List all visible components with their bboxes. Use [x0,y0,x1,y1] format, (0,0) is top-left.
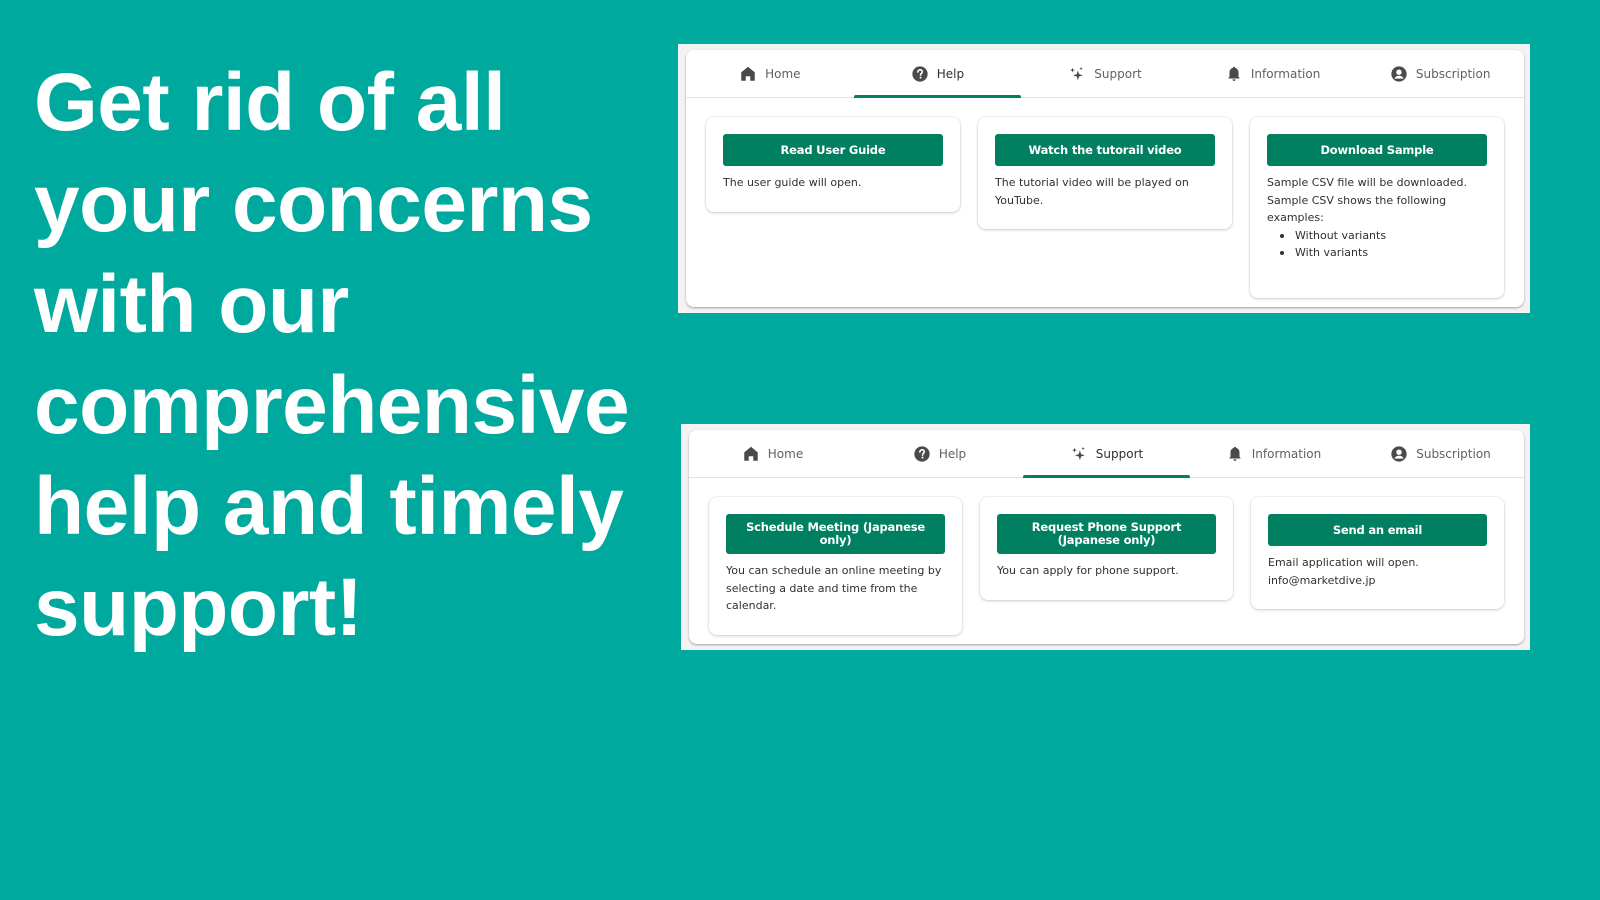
sparkles-icon [1070,66,1084,80]
tab-subscription[interactable]: Subscription [1357,430,1524,477]
download-sample-button[interactable]: Download Sample [1267,134,1487,166]
list-item: Without variants [1267,227,1487,245]
headline-line: with our [34,259,349,350]
tab-subscription[interactable]: Subscription [1356,50,1524,97]
schedule-meeting-button[interactable]: Schedule Meeting (Japanese only) [726,514,945,554]
download-sample-card: Download Sample Sample CSV file will be … [1250,117,1504,298]
support-cards: Schedule Meeting (Japanese only) You can… [689,478,1524,635]
card-description: The user guide will open. [723,176,862,189]
tab-bar: Home Help Support Information Subscripti… [689,430,1524,478]
tab-label: Support [1095,446,1144,461]
user-guide-card: Read User Guide The user guide will open… [706,117,960,212]
bell-icon [1227,66,1240,81]
card-description: You can schedule an online meeting by se… [726,564,942,612]
read-user-guide-button[interactable]: Read User Guide [723,134,943,166]
send-email-card: Send an email Email application will ope… [1251,497,1504,609]
user-circle-icon [1391,65,1407,82]
card-description: The tutorial video will be played on You… [995,176,1189,207]
tab-label: Home [765,66,801,81]
sparkles-icon [1071,446,1085,460]
tab-support[interactable]: Support [1023,430,1190,478]
help-panel: Home Help Support Information Subscripti… [686,50,1524,307]
question-circle-icon [914,445,930,462]
list-item: With variants [1267,244,1487,262]
help-screenshot: Home Help Support Information Subscripti… [678,44,1530,313]
examples-list: Without variants With variants [1267,227,1487,262]
tab-label: Home [767,446,804,461]
tutorial-video-card: Watch the tutorail video The tutorial vi… [978,117,1232,229]
tab-label: Information [1251,446,1322,461]
support-email: info@marketdive.jp [1268,573,1376,587]
phone-support-card: Request Phone Support (Japanese only) Yo… [980,497,1233,600]
tab-label: Help [936,66,965,81]
headline-line: comprehensive [34,360,630,451]
tab-label: Information [1250,66,1321,81]
tab-bar: Home Help Support Information Subscripti… [686,50,1524,98]
tab-information[interactable]: Information [1189,50,1357,97]
tab-help[interactable]: Help [853,50,1022,98]
headline-line: your concerns [34,158,593,249]
tab-information[interactable]: Information [1190,430,1357,477]
support-screenshot: Home Help Support Information Subscripti… [681,424,1530,650]
bell-icon [1228,446,1241,461]
help-cards: Read User Guide The user guide will open… [686,98,1524,298]
home-icon [741,66,755,81]
support-panel: Home Help Support Information Subscripti… [689,430,1524,644]
tab-label: Subscription [1416,446,1491,461]
card-description: You can apply for phone support. [997,564,1179,577]
tab-label: Subscription [1415,66,1491,81]
headline-line: Get rid of all [34,57,506,148]
card-description: Email application will open. [1268,556,1419,569]
send-email-button[interactable]: Send an email [1268,514,1487,546]
headline-line: support! [34,562,363,653]
headline: Get rid of all your concerns with our co… [34,52,694,658]
tab-label: Support [1094,66,1142,81]
tab-help[interactable]: Help [856,430,1023,477]
watch-tutorial-video-button[interactable]: Watch the tutorail video [995,134,1215,166]
headline-line: help and timely [34,461,624,552]
tab-support[interactable]: Support [1021,50,1189,97]
home-icon [744,446,758,461]
user-circle-icon [1391,445,1407,462]
request-phone-support-button[interactable]: Request Phone Support (Japanese only) [997,514,1216,554]
question-circle-icon [912,65,928,82]
tab-label: Help [938,446,967,461]
tab-home[interactable]: Home [689,430,856,477]
tab-home[interactable]: Home [686,50,854,97]
schedule-meeting-card: Schedule Meeting (Japanese only) You can… [709,497,962,635]
card-description: Sample CSV file will be downloaded. Samp… [1267,176,1468,224]
